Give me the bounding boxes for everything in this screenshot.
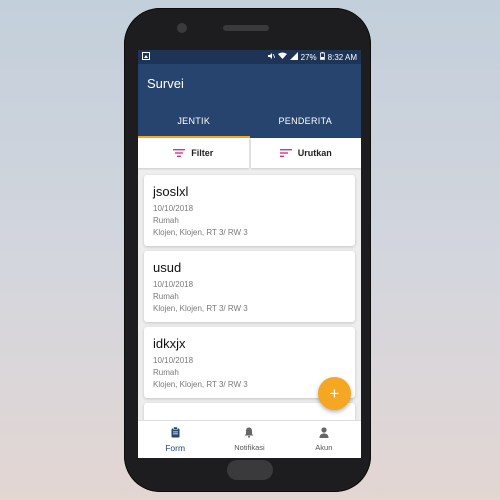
filter-icon xyxy=(173,148,186,158)
sort-button[interactable]: Urutkan xyxy=(250,138,361,168)
add-button[interactable]: + xyxy=(318,377,351,410)
item-name: usud xyxy=(153,260,182,275)
nav-akun[interactable]: Akun xyxy=(287,421,361,458)
item-address: Klojen, Klojen, RT 3/ RW 3 xyxy=(153,304,248,313)
nav-notifikasi-label: Notifikasi xyxy=(234,443,265,452)
item-type: Rumah xyxy=(153,292,179,301)
item-name: jsoslxl xyxy=(153,184,189,199)
plus-icon: + xyxy=(329,383,340,403)
item-type: Rumah xyxy=(153,368,179,377)
item-type: Rumah xyxy=(153,216,179,225)
item-date: 10/10/2018 xyxy=(153,356,194,365)
app-bar: Survei xyxy=(138,64,361,103)
home-button[interactable] xyxy=(227,460,273,480)
filter-button[interactable]: Filter xyxy=(138,138,249,168)
speaker xyxy=(223,25,269,31)
nav-form[interactable]: Form xyxy=(138,421,212,458)
nav-akun-label: Akun xyxy=(315,443,333,452)
sort-icon xyxy=(279,148,292,158)
clipboard-icon xyxy=(171,426,180,440)
wifi-icon xyxy=(277,52,287,62)
mute-icon xyxy=(267,52,275,62)
filter-label: Filter xyxy=(191,148,214,158)
item-address: Klojen, Klojen, RT 3/ RW 3 xyxy=(153,380,248,389)
item-address: Klojen, Klojen, RT 3/ RW 3 xyxy=(153,228,248,237)
phone-frame: 27% 8:32 AM Survei JENTIK PENDERITA Filt… xyxy=(124,8,371,492)
tab-bar: JENTIK PENDERITA xyxy=(138,103,361,138)
sort-label: Urutkan xyxy=(297,148,332,158)
camera xyxy=(177,23,187,33)
battery-icon xyxy=(319,52,325,62)
page-title: Survei xyxy=(147,76,184,91)
bottom-nav: Form Notifikasi Akun xyxy=(138,420,361,458)
filter-bar: Filter Urutkan xyxy=(138,138,361,168)
bell-icon xyxy=(244,427,254,440)
nav-notifikasi[interactable]: Notifikasi xyxy=(212,421,286,458)
list-item[interactable]: jsoslxl 10/10/2018 Rumah Klojen, Klojen,… xyxy=(144,175,355,246)
tab-jentik[interactable]: JENTIK xyxy=(138,103,250,138)
signal-icon xyxy=(289,52,298,62)
item-name: idkxjx xyxy=(153,336,186,351)
tab-penderita[interactable]: PENDERITA xyxy=(250,103,362,138)
status-bar: 27% 8:32 AM xyxy=(138,50,361,64)
screenshot-icon xyxy=(142,52,150,62)
item-date: 10/10/2018 xyxy=(153,204,194,213)
battery-percent: 27% xyxy=(300,52,317,62)
clock: 8:32 AM xyxy=(327,52,357,62)
person-icon xyxy=(319,427,329,440)
screen: 27% 8:32 AM Survei JENTIK PENDERITA Filt… xyxy=(138,50,361,458)
nav-form-label: Form xyxy=(165,442,186,453)
item-date: 10/10/2018 xyxy=(153,280,194,289)
list-item[interactable]: usud 10/10/2018 Rumah Klojen, Klojen, RT… xyxy=(144,251,355,322)
